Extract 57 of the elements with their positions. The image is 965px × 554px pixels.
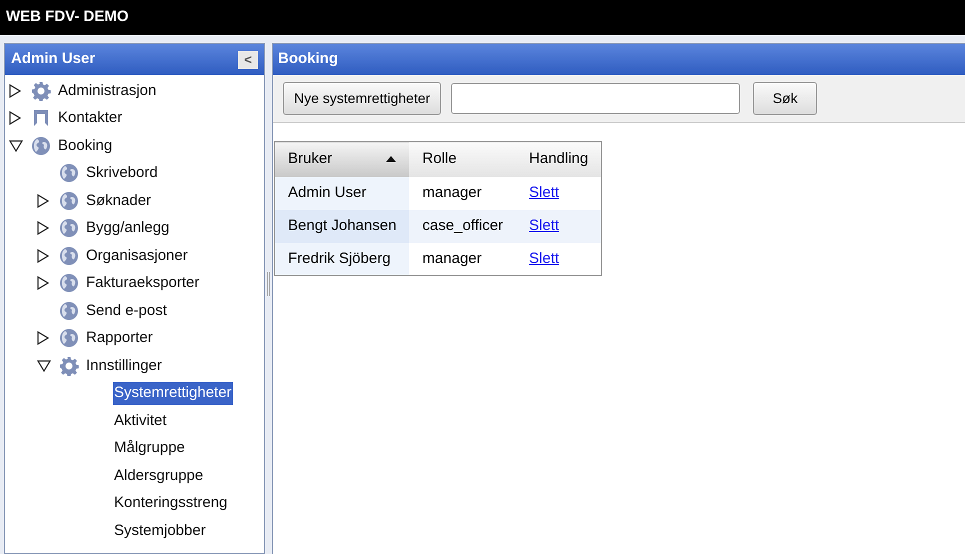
globe-icon (59, 190, 79, 211)
delete-link[interactable]: Slett (529, 216, 560, 234)
delete-link[interactable]: Slett (529, 184, 560, 201)
new-rights-button[interactable]: Nye systemrettigheter (283, 82, 442, 115)
expand-toggle-icon[interactable] (37, 331, 49, 346)
expand-toggle-icon[interactable] (9, 111, 21, 126)
gear-icon (59, 356, 79, 376)
globe-icon (59, 218, 79, 238)
tree-item[interactable]: Søknader (85, 190, 152, 212)
expand-toggle-icon[interactable] (37, 276, 49, 290)
table-cell: manager (409, 242, 516, 276)
expand-toggle-icon[interactable] (37, 248, 49, 263)
table-cell: Fredrik Sjöberg (274, 242, 410, 276)
tree-item[interactable]: Aldersgruppe (113, 464, 204, 487)
main-title: Booking (278, 49, 338, 70)
expand-toggle-icon[interactable] (37, 221, 49, 236)
search-field[interactable] (451, 83, 740, 114)
table-cell: case_officer (409, 210, 516, 242)
expand-toggle-icon[interactable] (37, 194, 49, 208)
table-cell: Bengt Johansen (274, 210, 410, 242)
tree-item[interactable]: Systemjobber (113, 520, 207, 542)
globe-icon (59, 163, 79, 184)
search-button[interactable]: Søk (753, 82, 818, 115)
expand-toggle-icon[interactable] (9, 84, 21, 98)
sidebar-title: Admin User (11, 49, 96, 70)
tree-item[interactable]: Kontakter (57, 107, 124, 130)
collapse-toggle-icon[interactable] (37, 360, 51, 372)
table-cell: Admin User (274, 176, 410, 210)
tree-item[interactable]: Organisasjoner (85, 244, 189, 267)
bookmark-icon (31, 108, 51, 128)
column-header[interactable]: Bruker (274, 142, 410, 176)
collapse-toggle-icon[interactable] (9, 140, 23, 152)
tree-item[interactable]: Bygg/anlegg (85, 217, 170, 240)
collapse-button[interactable]: < (238, 50, 258, 68)
globe-icon (59, 328, 79, 348)
delete-link[interactable]: Slett (529, 250, 560, 266)
tree-item[interactable]: Aktivitet (113, 410, 168, 432)
sort-ascending-icon (386, 156, 396, 162)
tree-item[interactable]: Send e-post (85, 300, 168, 322)
tree-item[interactable]: Innstillinger (85, 354, 163, 377)
globe-icon (59, 273, 79, 294)
tree-item[interactable]: Fakturaeksporter (85, 272, 200, 294)
tree-item[interactable]: Systemrettigheter (113, 382, 233, 404)
gear-icon (31, 80, 51, 101)
tree-item[interactable]: Målgruppe (113, 437, 186, 460)
tree-item[interactable]: Administrasjon (57, 80, 158, 102)
tree-item[interactable]: Skrivebord (85, 162, 159, 184)
tree-item[interactable]: Booking (57, 134, 114, 157)
splitter-handle[interactable] (267, 272, 270, 296)
app-title: WEB FDV- DEMO (6, 7, 128, 28)
globe-icon (59, 300, 79, 321)
globe-icon (59, 246, 79, 266)
column-header[interactable]: Rolle (409, 142, 516, 176)
column-header[interactable]: Handling (516, 142, 602, 176)
tree-item[interactable]: Rapporter (85, 327, 154, 350)
globe-icon (31, 136, 51, 156)
tree-item[interactable]: Konteringsstreng (113, 492, 228, 514)
